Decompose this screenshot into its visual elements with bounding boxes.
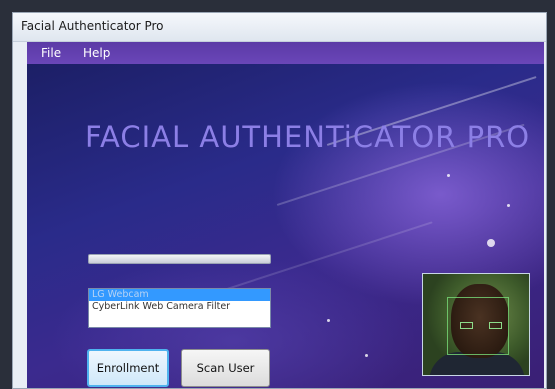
list-item[interactable]: LG Webcam <box>89 289 270 301</box>
menu-file[interactable]: File <box>41 46 61 60</box>
webcam-preview-icon <box>422 273 530 376</box>
menu-bar: File Help <box>27 42 544 64</box>
background-sparkle <box>365 354 368 357</box>
scan-user-button[interactable]: Scan User <box>181 349 270 387</box>
background-sparkle <box>447 174 450 177</box>
camera-listbox[interactable]: LG Webcam CyberLink Web Camera Filter <box>88 288 271 328</box>
background-sparkle <box>487 239 495 247</box>
right-eye-box <box>489 322 502 329</box>
list-item[interactable]: CyberLink Web Camera Filter <box>89 301 270 313</box>
enrollment-button[interactable]: Enrollment <box>87 349 169 387</box>
main-panel: FACIAL AUTHENTiCATOR PRO LG Webcam Cyber… <box>27 64 544 388</box>
app-window: Facial Authenticator Pro File Help FACIA… <box>12 12 547 389</box>
left-eye-box <box>460 322 473 329</box>
title-bar: Facial Authenticator Pro <box>13 13 546 42</box>
menu-help[interactable]: Help <box>83 46 110 60</box>
background-sparkle <box>507 204 510 207</box>
progress-bar <box>88 254 271 264</box>
background-sparkle <box>327 319 330 322</box>
window-title: Facial Authenticator Pro <box>21 19 164 33</box>
app-heading: FACIAL AUTHENTiCATOR PRO <box>85 120 531 154</box>
